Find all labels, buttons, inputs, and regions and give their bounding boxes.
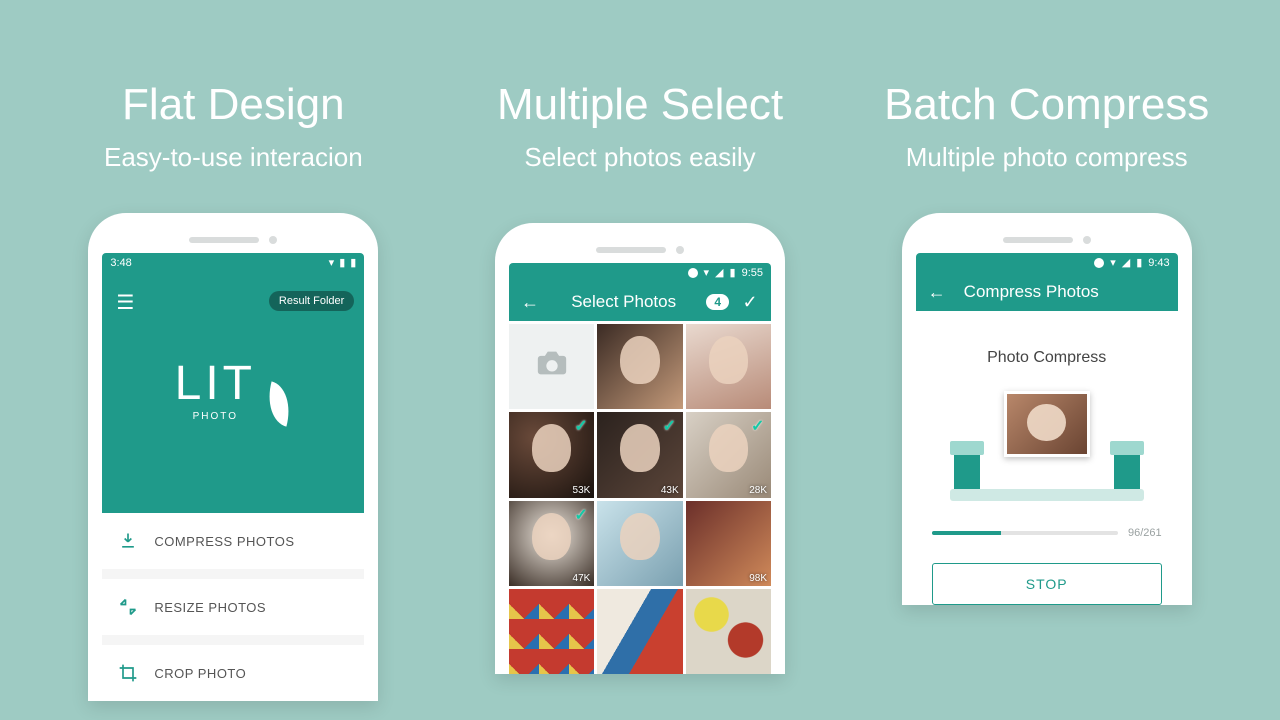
battery-icon: ▮	[730, 268, 736, 279]
heading-2: Multiple Select Select photos easily	[497, 80, 783, 173]
photo-thumb[interactable]: 47K ✓	[509, 501, 594, 586]
phone-3: ▾ ◢ ▮ 9:43 ← Compress Photos Photo Compr…	[902, 213, 1192, 605]
menu-label: CROP PHOTO	[154, 666, 246, 681]
main-menu-list: COMPRESS PHOTOS RESIZE PHOTOS CROP PHOTO	[102, 513, 364, 701]
confirm-check-icon[interactable]: ✓	[739, 291, 761, 313]
photo-thumb[interactable]: 98K	[686, 501, 771, 586]
statusbar-3: ▾ ◢ ▮ 9:43	[916, 253, 1178, 273]
appbar-select: ← Select Photos 4 ✓	[509, 283, 771, 321]
wifi-icon: ▾	[1110, 258, 1116, 269]
col-batch-compress: Batch Compress Multiple photo compress ▾…	[843, 0, 1250, 720]
camera-tile[interactable]	[509, 324, 594, 409]
photo-thumb[interactable]: 53K ✓	[509, 412, 594, 497]
section-title: Photo Compress	[932, 349, 1162, 367]
dnd-icon	[1094, 258, 1104, 268]
thumb-size: 53K	[573, 485, 591, 496]
photo-thumb[interactable]: 43K ✓	[597, 412, 682, 497]
selected-check-icon: ✓	[574, 505, 590, 521]
camera-icon	[535, 346, 569, 388]
menu-item-resize[interactable]: RESIZE PHOTOS	[102, 579, 364, 645]
dnd-icon	[688, 268, 698, 278]
heading-1-subtitle: Easy-to-use interacion	[104, 142, 363, 173]
phone-1-speaker	[102, 227, 364, 253]
wifi-icon: ▾	[704, 268, 710, 279]
logo-sub: PHOTO	[175, 411, 256, 422]
col-flat-design: Flat Design Easy-to-use interacion 3:48 …	[30, 0, 437, 720]
clamp-right-icon	[1114, 447, 1140, 495]
photo-thumb[interactable]	[597, 324, 682, 409]
photo-grid: 53K ✓ 43K ✓ 28K ✓ 47K ✓ 98K	[509, 321, 771, 674]
progress-bar	[932, 531, 1118, 535]
photo-thumb[interactable]	[686, 324, 771, 409]
crop-icon	[118, 663, 138, 683]
heading-1: Flat Design Easy-to-use interacion	[104, 80, 363, 173]
appbar-compress: ← Compress Photos	[916, 273, 1178, 311]
photo-thumb[interactable]: 28K ✓	[686, 412, 771, 497]
progress-text: 96/261	[1128, 527, 1162, 539]
selected-count-badge: 4	[706, 294, 729, 310]
menu-item-crop[interactable]: CROP PHOTO	[102, 645, 364, 701]
phone-1: 3:48 ▾ ▮ ▮ ☰ Result Folder LIT PHOTO	[88, 213, 378, 701]
back-icon[interactable]: ←	[926, 281, 948, 303]
photo-thumb[interactable]	[509, 589, 594, 674]
screen-1: 3:48 ▾ ▮ ▮ ☰ Result Folder LIT PHOTO	[102, 253, 364, 701]
photo-thumb[interactable]	[597, 589, 682, 674]
photo-thumb[interactable]	[686, 589, 771, 674]
clamp-left-icon	[954, 447, 980, 495]
heading-2-subtitle: Select photos easily	[497, 142, 783, 173]
battery-icon: ▮	[1136, 258, 1142, 269]
download-icon	[118, 531, 138, 551]
collapse-icon	[118, 597, 138, 617]
compress-illustration	[932, 391, 1162, 501]
thumb-size: 43K	[661, 485, 679, 496]
screen-3: ▾ ◢ ▮ 9:43 ← Compress Photos Photo Compr…	[916, 253, 1178, 605]
thumb-size: 98K	[749, 573, 767, 584]
compress-body: Photo Compress 96/261	[916, 311, 1178, 605]
hamburger-icon[interactable]: ☰	[114, 291, 136, 313]
status-time: 9:55	[742, 267, 763, 279]
battery-icon: ▮	[350, 258, 356, 269]
sample-photo	[1004, 391, 1090, 457]
app-logo: LIT PHOTO	[175, 356, 292, 430]
thumb-size: 28K	[749, 485, 767, 496]
phone-3-speaker	[916, 227, 1178, 253]
signal-icon: ◢	[1122, 258, 1130, 269]
menu-label: RESIZE PHOTOS	[154, 600, 266, 615]
back-icon[interactable]: ←	[519, 291, 541, 313]
selected-check-icon: ✓	[574, 416, 590, 432]
selected-check-icon: ✓	[663, 416, 679, 432]
heading-2-title: Multiple Select	[497, 80, 783, 130]
photo-thumb[interactable]	[597, 501, 682, 586]
heading-3-title: Batch Compress	[884, 80, 1209, 130]
menu-label: COMPRESS PHOTOS	[154, 534, 294, 549]
result-folder-pill[interactable]: Result Folder	[269, 291, 354, 311]
logo-main: LIT	[175, 356, 256, 411]
appbar-title: Compress Photos	[958, 282, 1168, 302]
statusbar-2: ▾ ◢ ▮ 9:55	[509, 263, 771, 283]
phone-2-speaker	[509, 237, 771, 263]
screen-2: ▾ ◢ ▮ 9:55 ← Select Photos 4 ✓ 53K✓43K✓2…	[509, 263, 771, 674]
wifi-icon: ▾	[329, 258, 335, 269]
heading-1-title: Flat Design	[104, 80, 363, 130]
status-time: 9:43	[1148, 257, 1169, 269]
menu-item-compress[interactable]: COMPRESS PHOTOS	[102, 513, 364, 579]
progress-row: 96/261	[932, 527, 1162, 539]
thumb-size: 47K	[573, 573, 591, 584]
hero-panel: ☰ Result Folder LIT PHOTO	[102, 273, 364, 513]
status-time: 3:48	[110, 257, 131, 269]
heading-3-subtitle: Multiple photo compress	[884, 142, 1209, 173]
appbar-title: Select Photos	[551, 292, 696, 312]
stop-button[interactable]: STOP	[932, 563, 1162, 605]
col-multiple-select: Multiple Select Select photos easily ▾ ◢…	[437, 0, 844, 720]
signal-icon: ◢	[715, 268, 723, 279]
leaf-icon	[261, 381, 296, 426]
heading-3: Batch Compress Multiple photo compress	[884, 80, 1209, 173]
selected-check-icon: ✓	[751, 416, 767, 432]
signal-icon: ▮	[339, 258, 345, 269]
phone-2: ▾ ◢ ▮ 9:55 ← Select Photos 4 ✓ 53K✓43K✓2…	[495, 223, 785, 674]
statusbar-1: 3:48 ▾ ▮ ▮	[102, 253, 364, 273]
